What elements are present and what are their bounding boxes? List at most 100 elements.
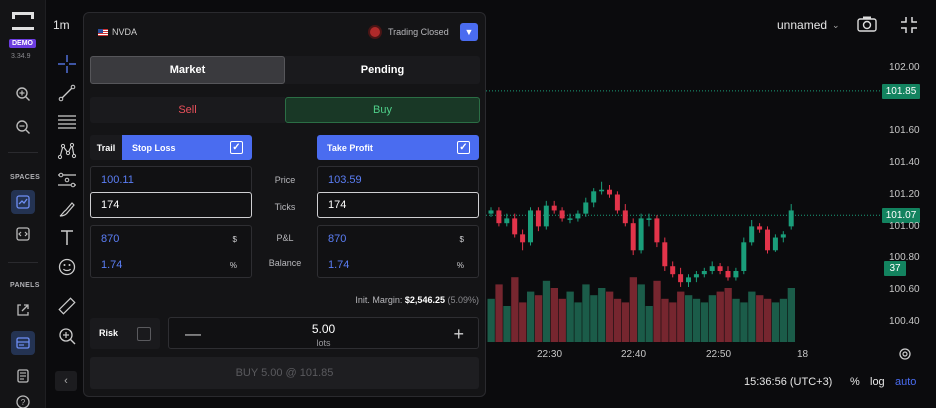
volume-bar <box>716 291 724 342</box>
quantity-value[interactable]: 5.00 <box>169 322 478 336</box>
take-profit-balance-value[interactable]: 1.74 <box>328 259 349 271</box>
log-scale-toggle[interactable]: log <box>870 376 885 388</box>
quantity-stepper[interactable]: — 5.00 lots + <box>168 317 479 349</box>
volume-bar <box>582 284 590 342</box>
buy-button[interactable]: Buy <box>285 97 480 123</box>
take-profit-toggle[interactable]: Take Profit ✓ <box>317 135 479 160</box>
candle-body <box>709 266 715 271</box>
trading-status: Trading Closed <box>388 27 449 37</box>
candle-body <box>788 210 794 227</box>
volume-bar <box>779 298 788 342</box>
stop-loss-toggle[interactable]: Stop Loss ✓ <box>122 135 252 160</box>
ticks-label: Ticks <box>274 202 296 212</box>
currency-unit: $ <box>232 235 237 244</box>
auto-scale-toggle[interactable]: auto <box>895 376 916 388</box>
take-profit-price-field[interactable]: 103.59 <box>317 166 479 193</box>
sell-button[interactable]: Sell <box>90 97 285 123</box>
candle-body <box>488 210 494 214</box>
status-dot-icon <box>370 27 380 37</box>
price-tick: 100.40 <box>889 316 920 327</box>
volume-bar <box>724 288 732 342</box>
submit-order-button[interactable]: BUY 5.00 @ 101.85 <box>90 357 479 389</box>
stop-loss-price-field[interactable]: 100.11 <box>90 166 252 193</box>
take-profit-ticks-value: 174 <box>328 199 347 211</box>
candle-body <box>535 210 541 227</box>
candle-body <box>662 242 668 267</box>
volume-bar <box>598 288 606 342</box>
volume-badge: 37 <box>884 261 906 276</box>
candle-body <box>630 223 636 251</box>
candle-body <box>551 205 557 211</box>
volume-bar <box>685 295 693 342</box>
candle-body <box>741 242 747 271</box>
balance-label: Balance <box>268 258 302 268</box>
plus-icon[interactable]: + <box>453 324 464 345</box>
candle-body <box>678 274 684 283</box>
volume-bar <box>558 298 566 342</box>
symbol-name: NVDA <box>112 27 138 37</box>
candle-body <box>504 218 510 224</box>
axis-settings-icon[interactable] <box>897 346 913 367</box>
tab-market[interactable]: Market <box>90 56 285 84</box>
candle-body <box>733 271 739 278</box>
volume-bar <box>732 298 740 342</box>
volume-bar <box>748 291 756 342</box>
stop-loss-pnl-value[interactable]: 870 <box>101 233 119 245</box>
candle-body <box>512 218 518 235</box>
stop-loss-ticks-value: 174 <box>101 199 120 211</box>
checkmark-icon[interactable]: ✓ <box>230 141 243 154</box>
volume-bar <box>740 302 748 342</box>
price-tick: 102.00 <box>889 62 920 73</box>
tab-pending[interactable]: Pending <box>285 56 480 84</box>
candle-body <box>772 237 778 251</box>
take-profit-ticks-field[interactable]: 174 <box>317 192 479 218</box>
stop-loss-pnl-group: 870 $ 1.74 % <box>90 225 252 278</box>
candle-body <box>567 218 573 220</box>
volume-bar <box>692 298 701 342</box>
risk-checkbox[interactable] <box>137 327 151 341</box>
take-profit-pnl-value[interactable]: 870 <box>328 233 346 245</box>
price-tick: 101.60 <box>889 125 920 136</box>
pnl-label: P&L <box>276 233 294 243</box>
percent-scale-toggle[interactable]: % <box>850 376 860 388</box>
volume-bar <box>653 280 661 342</box>
candle-body <box>528 210 533 243</box>
volume-bar <box>590 295 598 342</box>
last-price-badge: 101.85 <box>882 84 920 99</box>
volume-bar <box>495 284 503 342</box>
volume-bar <box>613 298 622 342</box>
candle-body <box>496 210 502 224</box>
clock: 15:36:56 (UTC+3) <box>744 376 833 388</box>
volume-bar <box>661 298 669 342</box>
candle-body <box>725 271 731 278</box>
volume-bar <box>542 280 551 342</box>
volume-bar <box>574 302 582 342</box>
currency-unit: $ <box>459 235 464 244</box>
volume-bar <box>700 302 709 342</box>
checkmark-icon[interactable]: ✓ <box>457 141 470 154</box>
order-type-tabs: Market Pending <box>90 56 480 84</box>
take-profit-pnl-group: 870 $ 1.74 % <box>317 225 479 278</box>
candle-body <box>693 274 699 278</box>
volume-bar <box>550 288 558 342</box>
stop-loss-balance-value[interactable]: 1.74 <box>101 259 122 271</box>
stop-loss-ticks-field[interactable]: 174 <box>90 192 252 218</box>
candle-body <box>654 218 660 243</box>
volume-bar <box>621 302 630 342</box>
candle-body <box>717 266 723 271</box>
price-label: Price <box>274 175 296 185</box>
quantity-unit: lots <box>316 338 331 348</box>
volume-bar <box>756 295 764 342</box>
volume-bar <box>645 306 653 342</box>
volume-bar <box>669 302 677 342</box>
candle-body <box>543 205 549 227</box>
trail-toggle[interactable]: Trail <box>90 135 122 160</box>
take-profit-label: Take Profit <box>327 142 373 153</box>
symbol-label[interactable]: NVDA <box>98 27 137 37</box>
risk-toggle[interactable]: Risk <box>90 318 160 349</box>
volume-bar <box>677 291 685 342</box>
volume-bar <box>534 295 543 342</box>
volume-bar <box>566 291 574 342</box>
candle-body <box>749 226 755 243</box>
panel-dropdown-button[interactable]: ▼ <box>460 23 478 41</box>
